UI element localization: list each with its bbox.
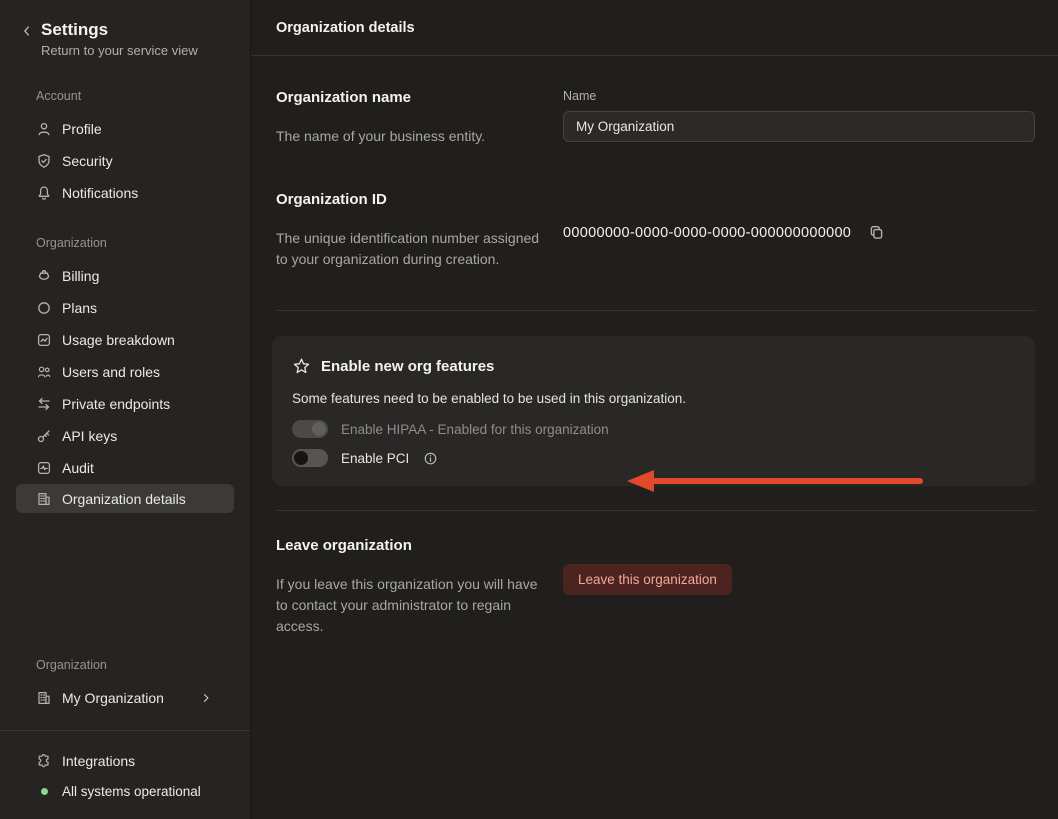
section-label-account: Account — [36, 89, 250, 103]
page-header: Organization details — [251, 0, 1058, 56]
audit-icon — [36, 460, 52, 476]
org-id-title: Organization ID — [276, 191, 563, 208]
sidebar-item-label: Profile — [62, 121, 102, 137]
key-icon — [36, 428, 52, 444]
page-title: Organization details — [276, 20, 415, 36]
chevron-right-icon — [200, 692, 212, 704]
star-icon — [292, 357, 311, 376]
status-label: All systems operational — [62, 784, 201, 799]
section-divider — [276, 510, 1035, 511]
settings-sidebar: Settings Return to your service view Acc… — [0, 0, 251, 819]
sidebar-header: Settings Return to your service view — [0, 0, 250, 58]
sidebar-item-label: Plans — [62, 300, 97, 316]
org-name-section: Organization name The name of your busin… — [276, 89, 1035, 147]
sidebar-title: Settings — [41, 20, 198, 40]
pci-toggle-row: Enable PCI — [292, 449, 1011, 467]
sidebar-item-label: Organization details — [62, 491, 186, 507]
org-id-value: 00000000-0000-0000-0000-000000000000 — [563, 225, 851, 241]
org-switcher[interactable]: My Organization — [16, 682, 234, 714]
features-card-title: Enable new org features — [321, 358, 494, 375]
sidebar-item-organization-details[interactable]: Organization details — [16, 484, 234, 513]
sidebar-item-label: Billing — [62, 268, 99, 284]
org-features-card: Enable new org features Some features ne… — [272, 336, 1035, 486]
usage-chart-icon — [36, 332, 52, 348]
billing-icon — [36, 268, 52, 284]
building-icon — [36, 690, 52, 706]
hipaa-toggle[interactable] — [292, 420, 328, 438]
toggle-knob — [312, 422, 326, 436]
leave-organization-button[interactable]: Leave this organization — [563, 564, 732, 595]
sidebar-item-label: Security — [62, 153, 113, 169]
chevron-left-icon — [20, 24, 34, 38]
status-green-dot — [41, 788, 48, 795]
main-panel: Organization details Organization name T… — [251, 0, 1058, 819]
toggle-knob — [294, 451, 308, 465]
features-card-description: Some features need to be enabled to be u… — [292, 391, 1011, 406]
org-id-section: Organization ID The unique identificatio… — [276, 191, 1035, 270]
sidebar-item-users-and-roles[interactable]: Users and roles — [16, 356, 234, 388]
sidebar-item-billing[interactable]: Billing — [16, 260, 234, 292]
building-icon — [36, 491, 52, 507]
info-icon[interactable] — [423, 451, 438, 466]
system-status[interactable]: All systems operational — [16, 776, 234, 807]
sidebar-item-usage-breakdown[interactable]: Usage breakdown — [16, 324, 234, 356]
circle-icon — [36, 300, 52, 316]
leave-org-description: If you leave this organization you will … — [276, 574, 548, 637]
profile-icon — [36, 121, 52, 137]
swap-arrows-icon — [36, 396, 52, 412]
users-icon — [36, 364, 52, 380]
org-switcher-name: My Organization — [62, 690, 164, 706]
bell-icon — [36, 185, 52, 201]
sidebar-subtitle: Return to your service view — [41, 43, 198, 58]
hipaa-toggle-label: Enable HIPAA - Enabled for this organiza… — [341, 422, 609, 437]
back-button[interactable] — [20, 20, 34, 38]
org-name-input[interactable] — [563, 111, 1035, 142]
sidebar-item-api-keys[interactable]: API keys — [16, 420, 234, 452]
integrations-link[interactable]: Integrations — [16, 745, 234, 776]
sidebar-item-label: Users and roles — [62, 364, 160, 380]
pci-toggle-label: Enable PCI — [341, 451, 409, 466]
sidebar-item-audit[interactable]: Audit — [16, 452, 234, 484]
settings-content: Organization name The name of your busin… — [251, 56, 1058, 819]
section-divider — [276, 310, 1035, 311]
name-field-label: Name — [563, 89, 1035, 103]
org-name-description: The name of your business entity. — [276, 126, 548, 147]
org-name-title: Organization name — [276, 89, 563, 106]
sidebar-item-label: Audit — [62, 460, 94, 476]
section-label-organization: Organization — [36, 236, 250, 250]
sidebar-item-label: Private endpoints — [62, 396, 170, 412]
sidebar-item-profile[interactable]: Profile — [16, 113, 234, 145]
pci-toggle[interactable] — [292, 449, 328, 467]
org-id-description: The unique identification number assigne… — [276, 228, 548, 270]
sidebar-item-label: Usage breakdown — [62, 332, 175, 348]
puzzle-icon — [36, 753, 52, 769]
leave-org-section: Leave organization If you leave this org… — [276, 537, 1035, 637]
sidebar-item-private-endpoints[interactable]: Private endpoints — [16, 388, 234, 420]
leave-org-title: Leave organization — [276, 537, 563, 554]
section-label-org-switcher: Organization — [36, 658, 250, 672]
sidebar-item-label: Notifications — [62, 185, 138, 201]
integrations-label: Integrations — [62, 753, 135, 769]
hipaa-toggle-row: Enable HIPAA - Enabled for this organiza… — [292, 420, 1011, 438]
copy-icon — [868, 224, 885, 241]
sidebar-item-security[interactable]: Security — [16, 145, 234, 177]
sidebar-item-notifications[interactable]: Notifications — [16, 177, 234, 209]
shield-check-icon — [36, 153, 52, 169]
sidebar-item-label: API keys — [62, 428, 117, 444]
sidebar-item-plans[interactable]: Plans — [16, 292, 234, 324]
copy-button[interactable] — [868, 224, 885, 241]
